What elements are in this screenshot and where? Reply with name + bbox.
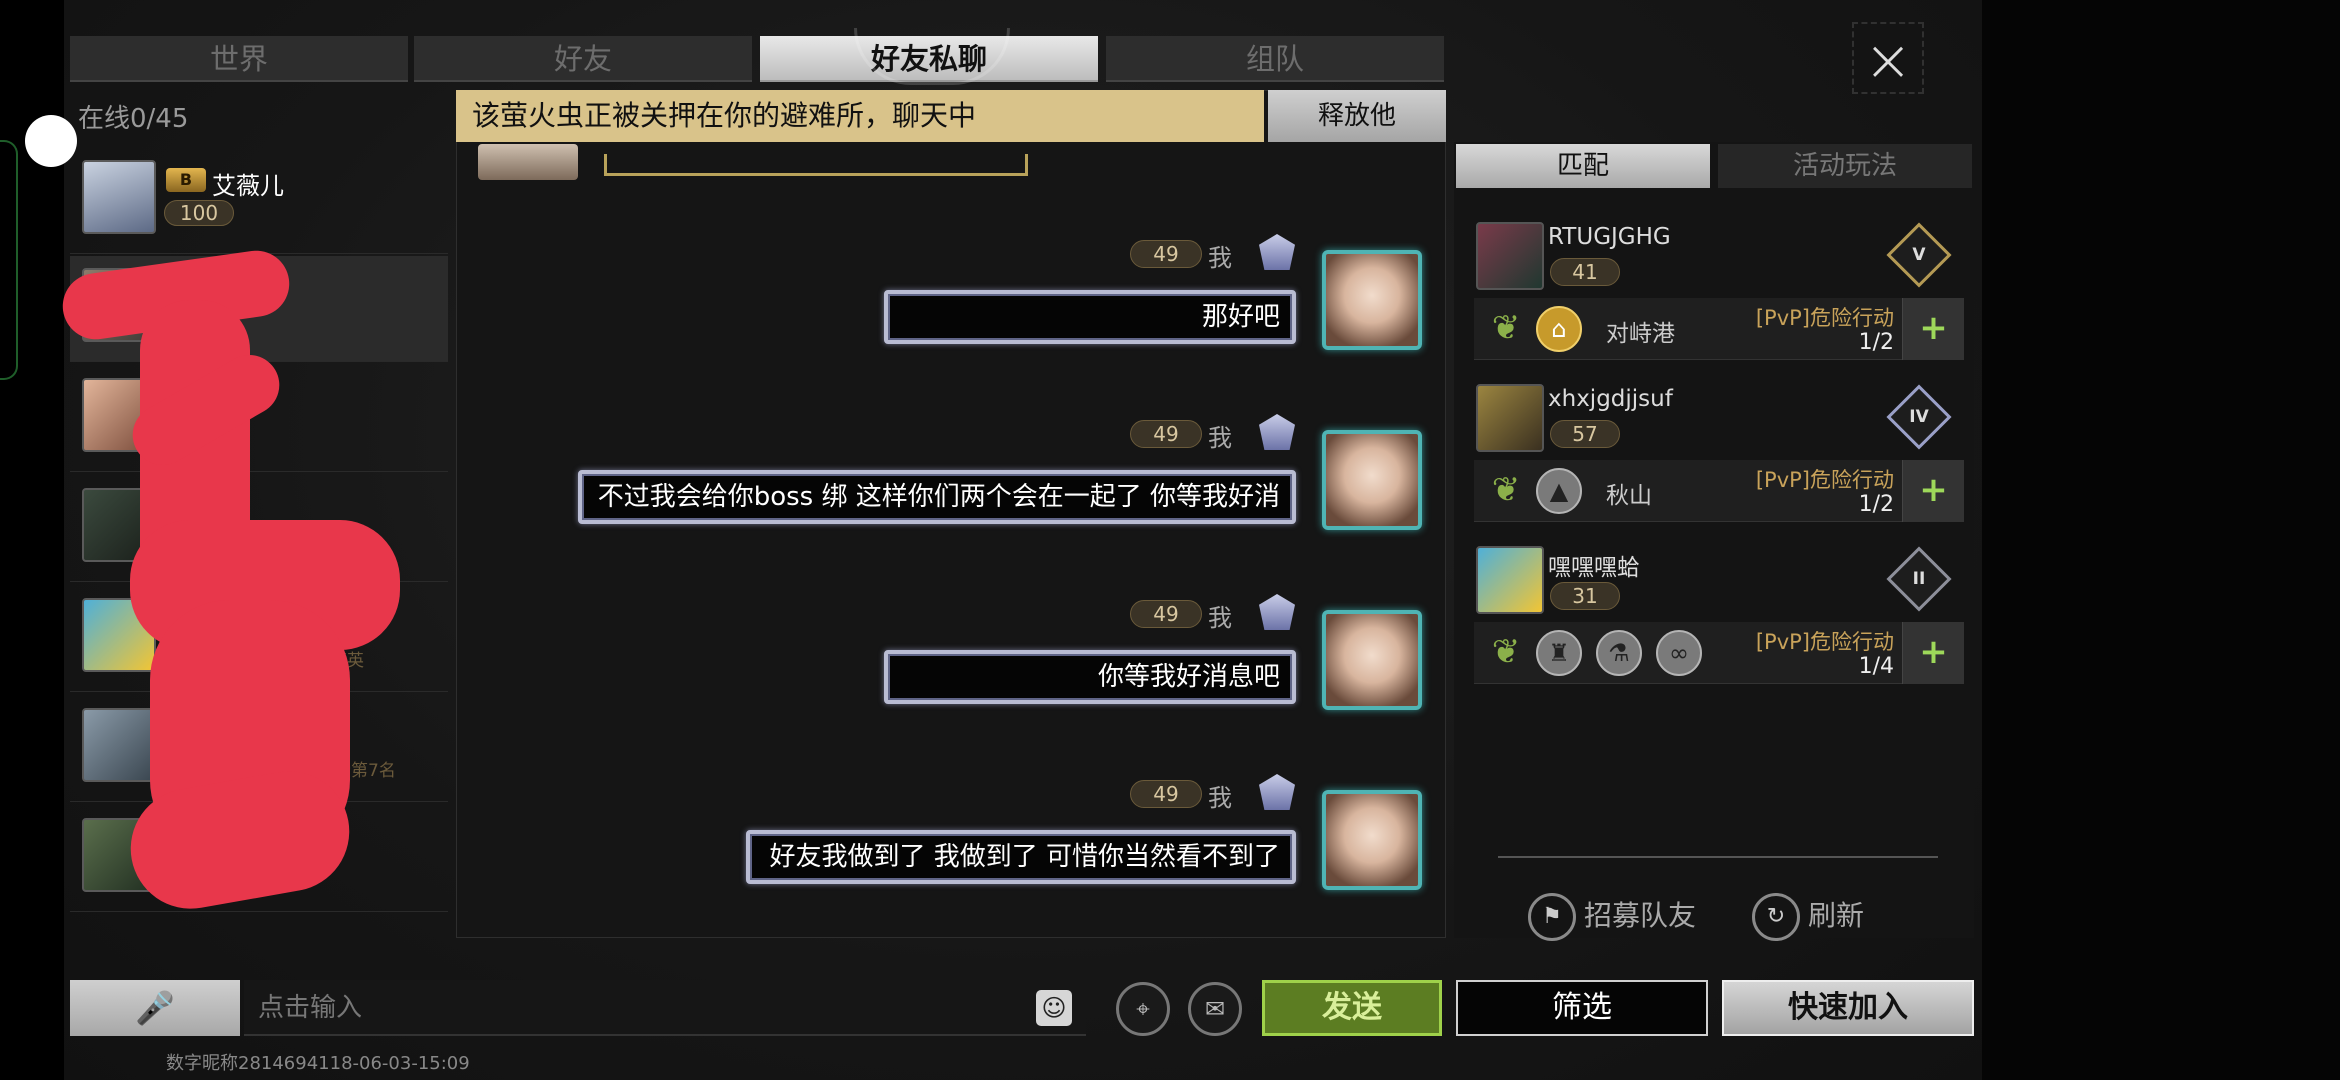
chat-input-box[interactable]: ☺ [244, 980, 1086, 1036]
friend-item[interactable]: B 艾薇儿 100 [70, 148, 448, 254]
radar-button[interactable]: ⌖ [1116, 982, 1170, 1036]
online-count: 在线0/45 [78, 104, 189, 134]
team-leader-level: 41 [1550, 258, 1620, 286]
game-mode: [PvP]危险行动 [1755, 306, 1894, 330]
flask-icon: ⚗ [1596, 630, 1642, 676]
mountain-icon: ▲ [1536, 468, 1582, 514]
message-sender: 我 [1208, 244, 1232, 272]
emoji-button[interactable]: ☺ [1036, 990, 1072, 1026]
my-avatar[interactable] [1322, 430, 1422, 530]
wing-icon: ❦ [1491, 308, 1521, 348]
top-tabs: 世界 好友 好友私聊 组队 [70, 28, 1444, 85]
join-team-button[interactable]: + [1902, 298, 1964, 360]
team-entry[interactable]: RTUGJGHG 41 V ❦ ⌂ 对峙港 [PvP]危险行动 1/2 + [1464, 214, 1964, 376]
rank-icon [1252, 590, 1302, 634]
member-count: 1/2 [1858, 492, 1894, 517]
avatar [1476, 384, 1544, 452]
rank-icon [1252, 230, 1302, 274]
rings-icon: ∞ [1656, 630, 1702, 676]
message-sender: 我 [1208, 604, 1232, 632]
wing-icon: ❦ [1491, 632, 1521, 672]
join-team-button[interactable]: + [1902, 460, 1964, 522]
rank-icon: IV [1886, 384, 1952, 450]
quick-join-button[interactable]: 快速加入 [1722, 980, 1974, 1036]
team-leader-name: RTUGJGHG [1548, 224, 1671, 250]
message-level: 49 [1130, 600, 1202, 628]
home-icon: ⌂ [1536, 306, 1582, 352]
team-details: ❦ ♜ ⚗ ∞ [PvP]危险行动 1/4 + [1474, 622, 1964, 684]
message-sender: 我 [1208, 424, 1232, 452]
game-mode: [PvP]危险行动 [1755, 468, 1894, 492]
refresh-label: 刷新 [1808, 899, 1865, 932]
flag-icon: ⚑ [1528, 893, 1576, 941]
team-details: ❦ ▲ 秋山 [PvP]危险行动 1/2 + [1474, 460, 1964, 522]
right-edge [1982, 0, 2340, 1080]
divider [1498, 856, 1938, 858]
message-sender: 我 [1208, 784, 1232, 812]
my-avatar[interactable] [1322, 610, 1422, 710]
send-button[interactable]: 发送 [1262, 980, 1442, 1036]
voice-button[interactable]: 🎤 [70, 980, 240, 1036]
map-name: 对峙港 [1606, 321, 1675, 347]
team-leader-name: 嘿嘿嘿蛤 [1548, 555, 1640, 581]
tab-world[interactable]: 世界 [70, 36, 408, 82]
tab-team[interactable]: 组队 [1106, 36, 1444, 82]
filter-button[interactable]: 筛选 [1456, 980, 1708, 1036]
avatar [82, 708, 156, 782]
team-leader-level: 31 [1550, 582, 1620, 610]
edge-indicator [0, 140, 18, 380]
avatar [82, 160, 156, 234]
rank-icon [1252, 410, 1302, 454]
recruit-button[interactable]: ⚑ 招募队友 [1528, 890, 1696, 942]
refresh-button[interactable]: ↻ 刷新 [1752, 890, 1864, 942]
message-level: 49 [1130, 780, 1202, 808]
tab-private-chat[interactable]: 好友私聊 [760, 28, 1098, 85]
message-level: 49 [1130, 420, 1202, 448]
member-count: 1/4 [1858, 654, 1894, 679]
friend-level: 100 [164, 200, 234, 226]
wing-icon: ❦ [1491, 470, 1521, 510]
my-avatar[interactable] [1322, 250, 1422, 350]
chat-bubble: 你等我好消息吧 [884, 650, 1296, 704]
chat-bubble: 好友我做到了 我做到了 可惜你当然看不到了 [746, 830, 1296, 884]
tab-activities[interactable]: 活动玩法 [1718, 144, 1972, 188]
friend-name: 艾薇儿 [212, 172, 284, 200]
matching-panel: 匹配 活动玩法 RTUGJGHG 41 V ❦ ⌂ 对峙港 [PvP]危险行动 … [1454, 142, 1974, 938]
team-entry[interactable]: xhxjgdjjsuf 57 IV ❦ ▲ 秋山 [PvP]危险行动 1/2 + [1464, 376, 1964, 538]
team-leader-name: xhxjgdjjsuf [1548, 386, 1673, 412]
emoji-icon: ☺ [1041, 994, 1067, 1022]
tab-friends[interactable]: 好友 [414, 36, 752, 82]
rank-icon [1252, 770, 1302, 814]
chat-bubble: 不过我会给你boss 绑 这样你们两个会在一起了 你等我好消 [578, 470, 1296, 524]
message-level: 49 [1130, 240, 1202, 268]
chat-input[interactable] [258, 988, 1018, 1028]
team-details: ❦ ⌂ 对峙港 [PvP]危险行动 1/2 + [1474, 298, 1964, 360]
join-team-button[interactable]: + [1902, 622, 1964, 684]
team-entry[interactable]: 嘿嘿嘿蛤 31 II ❦ ♜ ⚗ ∞ [PvP]危险行动 1/4 + [1464, 538, 1964, 700]
watermark-text: 数字昵称2814694118-06-03-15:09 [166, 1053, 470, 1074]
refresh-icon: ↻ [1752, 893, 1800, 941]
game-mode: [PvP]危险行动 [1755, 630, 1894, 654]
map-name: 秋山 [1606, 483, 1652, 509]
release-button[interactable]: 释放他 [1268, 90, 1446, 142]
captive-notice: 该萤火虫正被关押在你的避难所，聊天中 [456, 90, 1264, 142]
rank-icon: V [1886, 222, 1952, 288]
close-icon: × [1863, 26, 1913, 94]
chat-bubble: 那好吧 [884, 290, 1296, 344]
mic-icon: 🎤 [135, 989, 175, 1027]
my-avatar[interactable] [1322, 790, 1422, 890]
tower-icon: ♜ [1536, 630, 1582, 676]
member-count: 1/2 [1858, 330, 1894, 355]
avatar [1476, 222, 1544, 290]
chat-settings-icon: ✉ [1204, 995, 1226, 1023]
radar-icon: ⌖ [1136, 995, 1150, 1023]
team-leader-level: 57 [1550, 420, 1620, 448]
chat-settings-button[interactable]: ✉ [1188, 982, 1242, 1036]
avatar [1476, 546, 1544, 614]
rank-icon: II [1886, 546, 1952, 612]
recruit-label: 招募队友 [1584, 899, 1697, 932]
close-button[interactable]: × [1852, 22, 1924, 94]
vip-badge: B [166, 168, 206, 192]
tab-match[interactable]: 匹配 [1456, 144, 1710, 188]
